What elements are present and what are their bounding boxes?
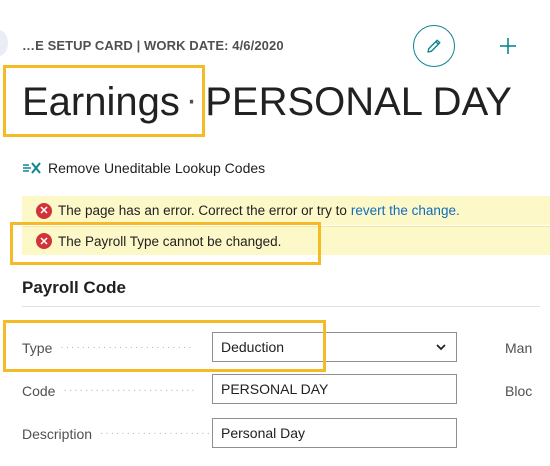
page-error-text: The page has an error. Correct the error… bbox=[58, 203, 347, 218]
type-highlight-box bbox=[3, 320, 326, 372]
chevron-down-icon bbox=[436, 344, 446, 351]
right-column-label-1: Man bbox=[505, 340, 533, 356]
section-title[interactable]: Payroll Code bbox=[22, 278, 126, 298]
plus-icon bbox=[500, 38, 516, 54]
description-value: Personal Day bbox=[221, 425, 306, 441]
title-part-2: PERSONAL DAY bbox=[205, 80, 512, 124]
revert-change-link[interactable]: revert the change. bbox=[351, 203, 460, 218]
remove-lookup-codes-action[interactable]: Remove Uneditable Lookup Codes bbox=[22, 160, 265, 176]
code-value: PERSONAL DAY bbox=[221, 381, 329, 397]
breadcrumb: …E SETUP CARD | WORK DATE: 4/6/2020 bbox=[22, 38, 284, 53]
pencil-icon bbox=[427, 39, 441, 53]
edit-button[interactable] bbox=[413, 25, 455, 67]
title-highlight-box bbox=[3, 65, 205, 137]
description-field[interactable]: Personal Day bbox=[212, 418, 457, 448]
remove-lookup-icon bbox=[23, 162, 41, 174]
code-field[interactable]: PERSONAL DAY bbox=[212, 374, 457, 404]
code-label: Code ························· bbox=[22, 383, 197, 399]
description-label: Description························· bbox=[22, 426, 212, 442]
page-error-banner: ✕ The page has an error. Correct the err… bbox=[22, 196, 550, 225]
error-highlight-box bbox=[10, 222, 321, 265]
side-panel-handle[interactable] bbox=[0, 30, 8, 56]
error-icon: ✕ bbox=[36, 202, 52, 219]
right-column-label-2: Bloc bbox=[505, 383, 533, 399]
remove-lookup-label: Remove Uneditable Lookup Codes bbox=[48, 160, 266, 176]
new-button[interactable] bbox=[494, 30, 522, 62]
section-divider bbox=[22, 306, 540, 307]
